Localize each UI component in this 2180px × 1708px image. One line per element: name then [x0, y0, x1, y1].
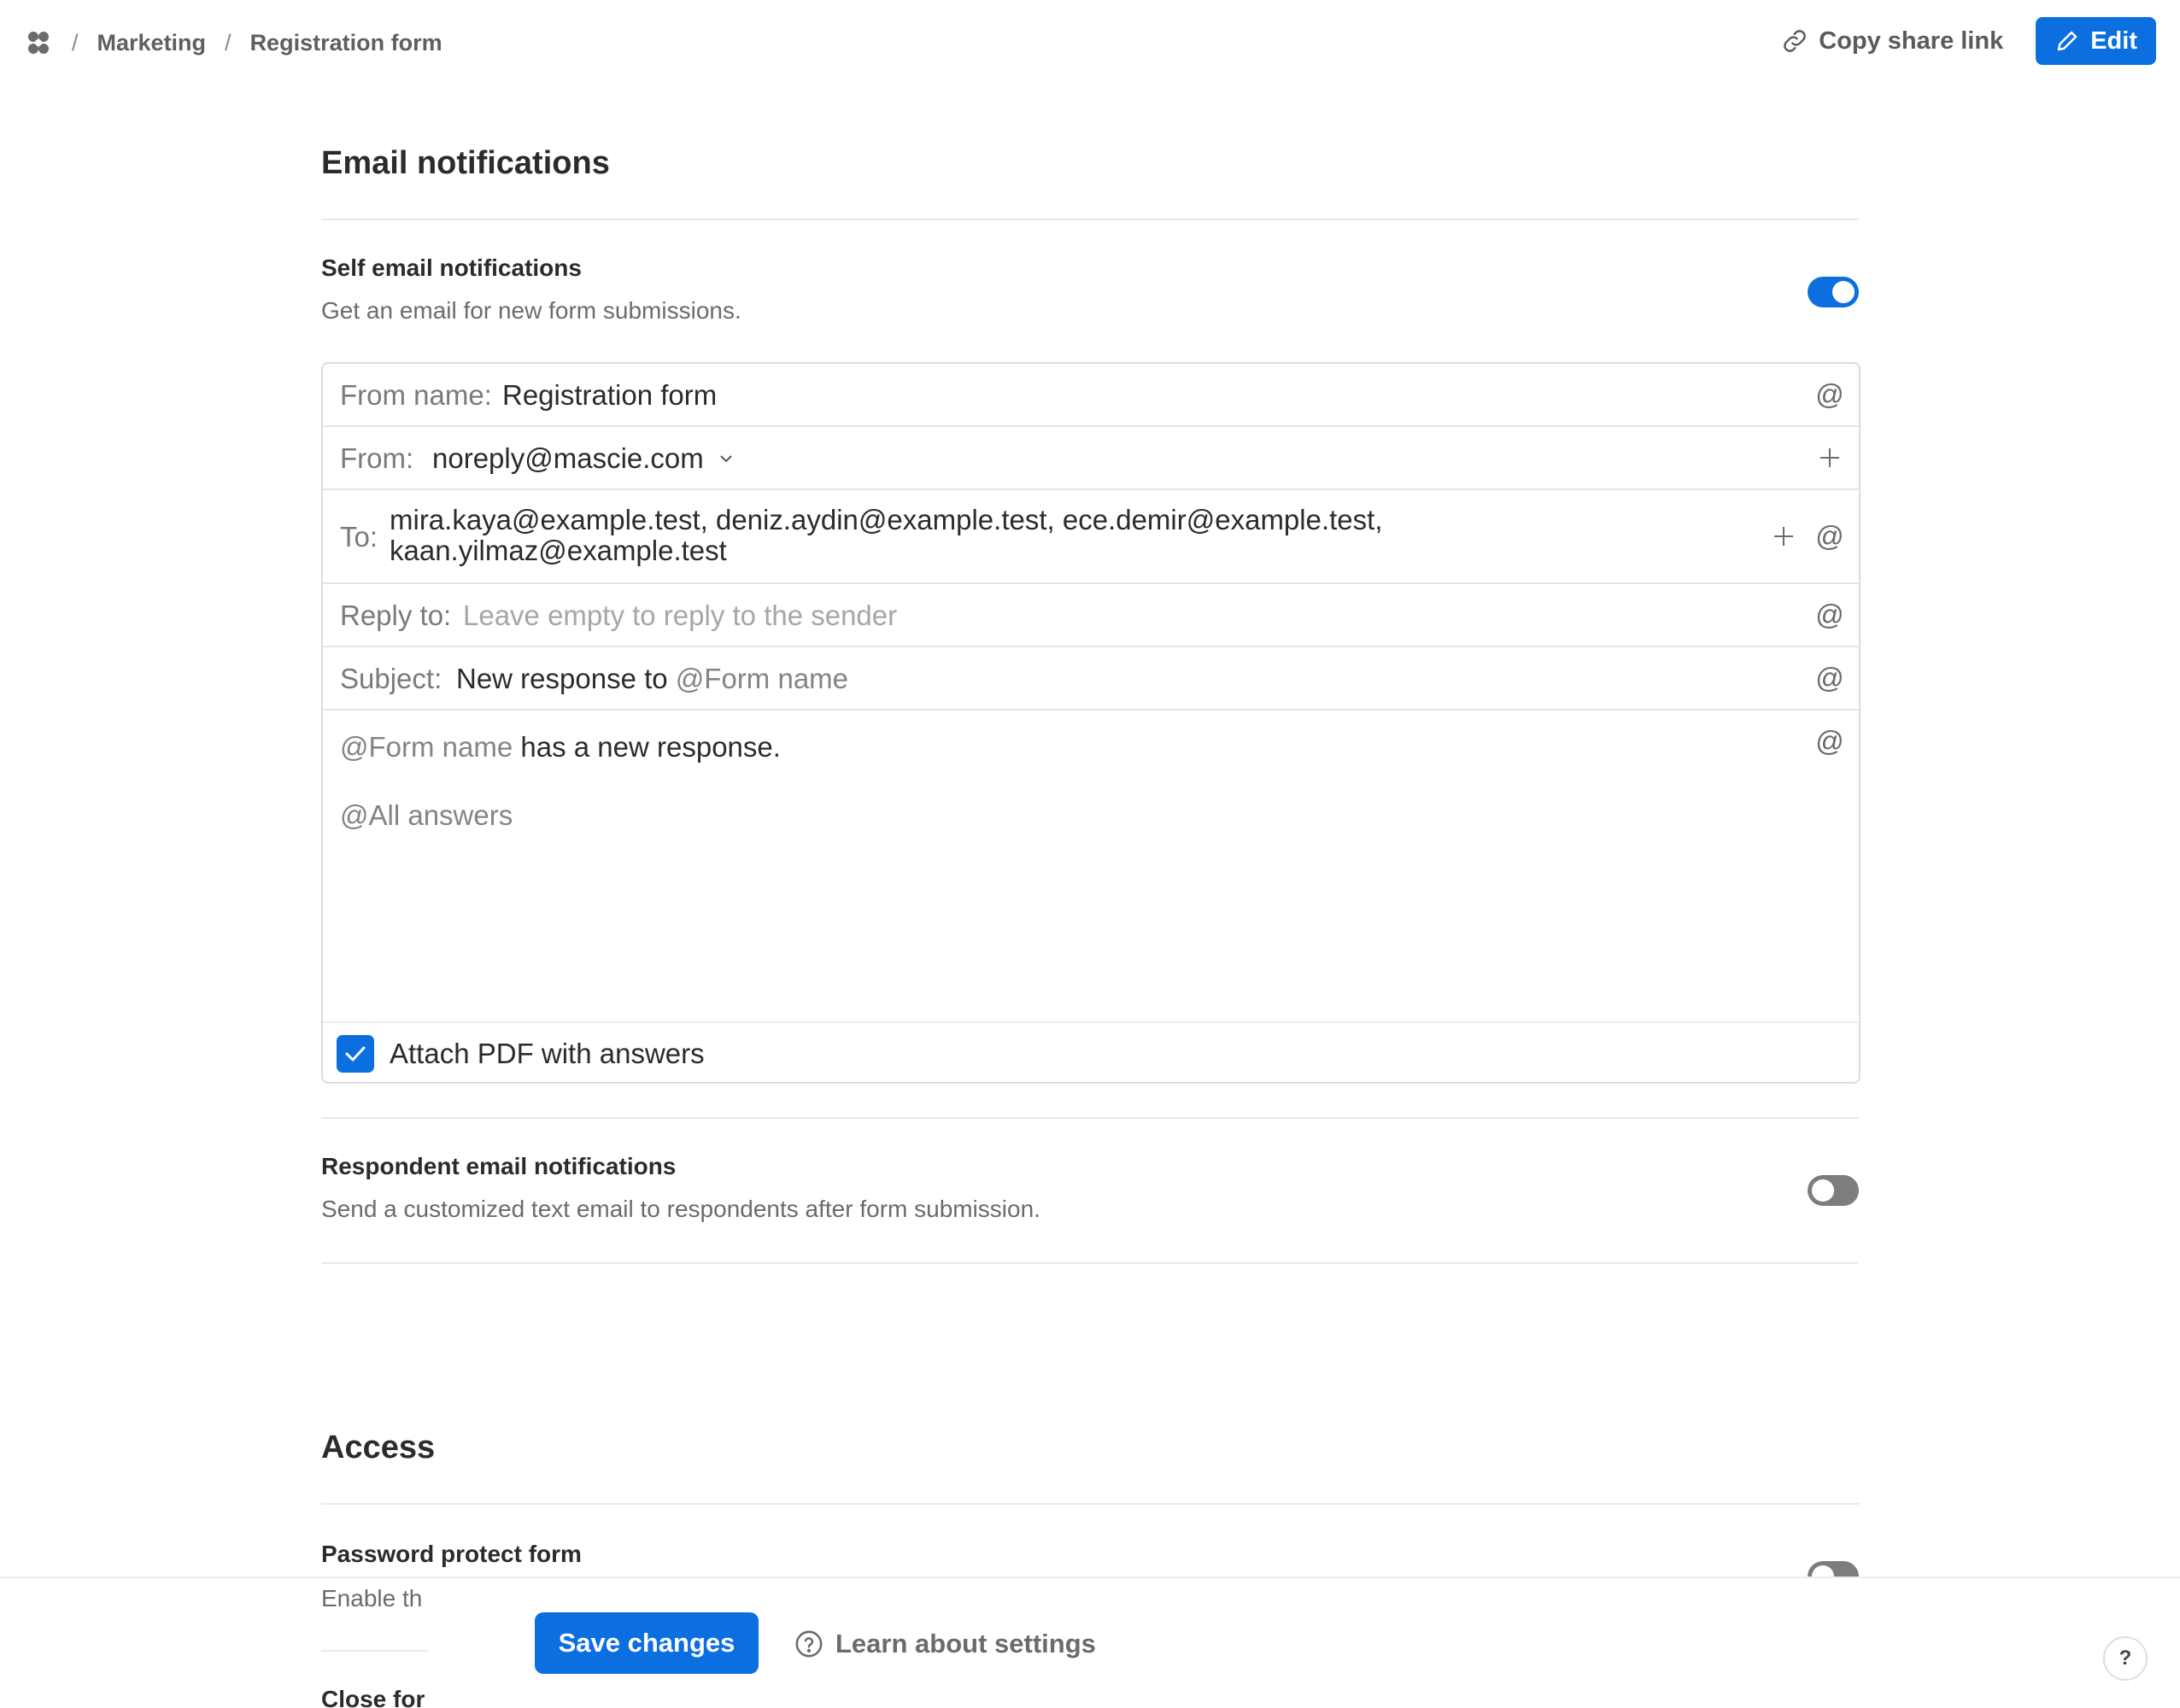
learn-about-settings-label: Learn about settings: [835, 1629, 1096, 1658]
reply-to-input[interactable]: Leave empty to reply to the sender: [463, 600, 897, 632]
help-circle-icon: [795, 1630, 823, 1658]
mention-icon[interactable]: @: [1814, 662, 1845, 693]
self-email-notifications-description: Get an email for new form submissions.: [321, 297, 741, 324]
mention-icon[interactable]: @: [1814, 378, 1845, 410]
from-address-select[interactable]: noreply@mascie.com: [432, 442, 704, 475]
body-mention-tag: @Form name: [340, 731, 513, 763]
to-recipients-line-1[interactable]: mira.kaya@example.test, deniz.aydin@exam…: [390, 504, 1383, 536]
mention-icon[interactable]: @: [1814, 599, 1845, 630]
help-button[interactable]: ?: [2103, 1636, 2148, 1681]
breadcrumb-separator: /: [72, 29, 79, 56]
subject-input[interactable]: New response to @Form name: [456, 663, 848, 695]
from-name-row: From name: Registration form @: [323, 364, 1859, 427]
from-name-label: From name:: [340, 379, 492, 411]
reply-to-row: Reply to: Leave empty to reply to the se…: [323, 584, 1859, 647]
respondent-email-notifications-toggle[interactable]: [1808, 1175, 1859, 1206]
edit-button[interactable]: Edit: [2036, 17, 2156, 65]
attach-pdf-label: Attach PDF with answers: [390, 1037, 705, 1069]
email-notifications-heading: Email notifications: [321, 145, 610, 181]
subject-label: Subject:: [340, 663, 442, 694]
mention-icon[interactable]: @: [1814, 725, 1845, 757]
toggle-knob: [1832, 281, 1855, 303]
to-label: To:: [340, 521, 378, 553]
access-heading: Access: [321, 1430, 436, 1465]
to-row: To: mira.kaya@example.test, deniz.aydin@…: [323, 490, 1859, 584]
attach-pdf-checkbox[interactable]: [337, 1034, 374, 1073]
add-recipient-icon[interactable]: [1768, 521, 1799, 552]
top-bar: / Marketing / Registration form Copy sha…: [0, 0, 2180, 85]
breadcrumb-item-registration-form[interactable]: Registration form: [250, 30, 442, 56]
section-divider: [321, 1650, 427, 1652]
reply-to-label: Reply to:: [340, 600, 452, 631]
mention-icon[interactable]: @: [1814, 520, 1845, 552]
self-email-notifications-title: Self email notifications: [321, 254, 582, 281]
from-row: From: noreply@mascie.com: [323, 427, 1859, 490]
subject-text: New response to: [456, 663, 668, 694]
section-divider: [321, 1262, 1859, 1264]
to-recipients-line-2[interactable]: kaan.yilmaz@example.test: [390, 535, 727, 567]
from-label: From:: [340, 442, 414, 474]
header-actions: Copy share link Edit: [1781, 17, 2156, 65]
subject-row: Subject: New response to @Form name @: [323, 647, 1859, 711]
email-body-editor[interactable]: @Form name has a new response. @All answ…: [323, 711, 1859, 1021]
footer-divider: [0, 1576, 2180, 1578]
close-form-title: Close for: [321, 1686, 425, 1708]
password-protect-description: Enable th: [321, 1585, 423, 1611]
section-divider: [321, 1503, 1859, 1505]
link-icon: [1784, 30, 1807, 52]
copy-share-link-button[interactable]: Copy share link: [1781, 27, 2003, 56]
checkmark-icon: [345, 1046, 366, 1061]
attach-pdf-row: Attach PDF with answers: [323, 1021, 1859, 1084]
section-divider: [321, 219, 1859, 220]
respondent-email-notifications-title: Respondent email notifications: [321, 1153, 677, 1179]
copy-share-link-label: Copy share link: [1819, 26, 2004, 55]
from-name-input[interactable]: Registration form: [502, 379, 717, 412]
body-first-line: @Form name has a new response.: [340, 731, 781, 763]
body-text: has a new response.: [520, 731, 781, 763]
edit-label: Edit: [2090, 26, 2137, 55]
breadcrumb: / Marketing / Registration form: [24, 24, 442, 61]
chevron-down-icon[interactable]: [718, 453, 735, 469]
respondent-email-notifications-description: Send a customized text email to responde…: [321, 1196, 1040, 1222]
learn-about-settings-link[interactable]: Learn about settings: [794, 1623, 1096, 1665]
self-email-card: From name: Registration form @ From: nor…: [321, 362, 1861, 1084]
password-protect-title: Password protect form: [321, 1541, 582, 1567]
add-sender-icon[interactable]: [1814, 442, 1845, 473]
breadcrumb-item-marketing[interactable]: Marketing: [97, 30, 207, 56]
breadcrumb-separator: /: [225, 29, 231, 56]
workspace-logo-icon[interactable]: [24, 28, 53, 57]
toggle-knob: [1812, 1179, 1834, 1202]
pencil-icon: [2057, 31, 2077, 51]
body-all-answers-tag: @All answers: [340, 799, 513, 831]
save-changes-button[interactable]: Save changes: [535, 1612, 759, 1674]
subject-mention-tag: @Form name: [675, 663, 849, 694]
section-divider: [321, 1117, 1859, 1119]
self-email-notifications-toggle[interactable]: [1808, 277, 1859, 307]
